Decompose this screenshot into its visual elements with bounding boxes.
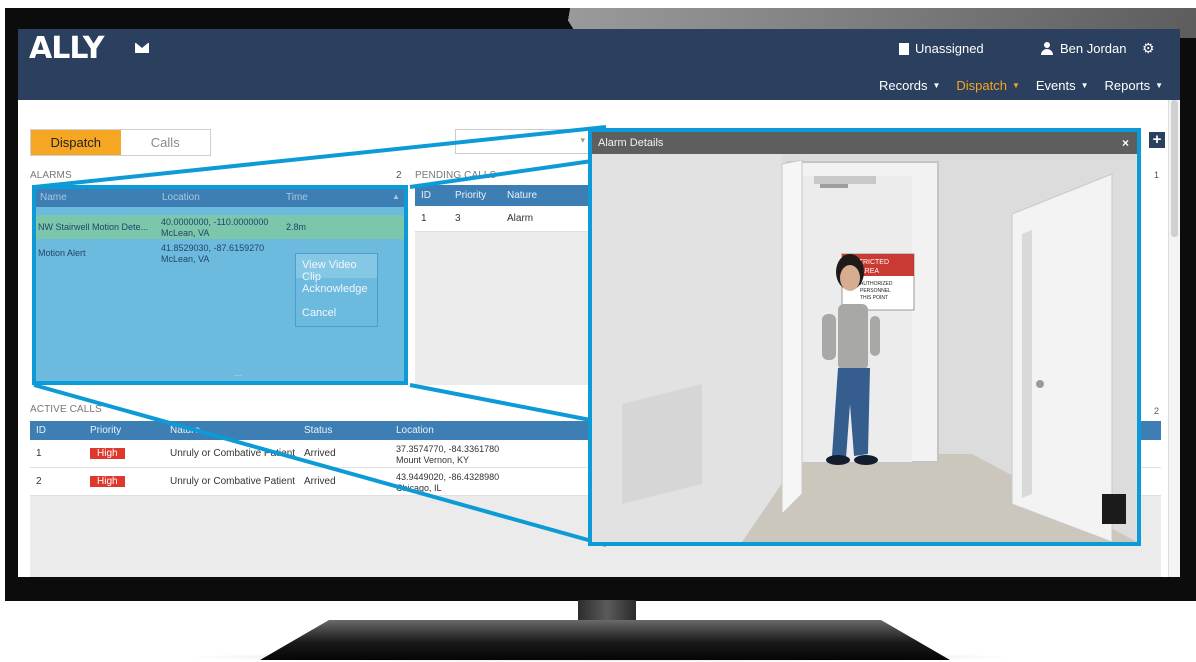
priority-badge: High (90, 476, 125, 487)
col-name[interactable]: Name (36, 189, 158, 207)
active-priority: High (84, 476, 164, 487)
caret-down-icon: ▼ (1011, 81, 1020, 90)
alarm-name: NW Stairwell Motion Dete... (38, 222, 149, 232)
unit-status-label: Unassigned (915, 41, 984, 56)
mail-icon[interactable] (135, 43, 149, 53)
col-nature[interactable]: Nature (164, 425, 298, 436)
active-city: Chicago, IL (396, 482, 442, 493)
nav-events-label: Events (1035, 78, 1076, 93)
col-status[interactable]: Status (298, 425, 390, 436)
alarm-time (282, 241, 286, 265)
sort-asc-icon[interactable]: ▲ (392, 189, 400, 207)
active-nature: Unruly or Combative Patient (170, 476, 296, 487)
caret-down-icon: ▼ (932, 81, 941, 90)
nav-events[interactable]: Events ▼ (1036, 78, 1089, 93)
pending-id: 1 (421, 213, 427, 224)
active-coords: 43.9449020, -86.4328980 (396, 471, 500, 482)
priority-badge: High (90, 448, 125, 459)
col-id[interactable]: ID (415, 190, 449, 201)
pending-calls-grid: ID Priority Nature 1 3 Alarm (415, 185, 605, 385)
col-priority[interactable]: Priority (84, 425, 164, 436)
active-id: 2 (36, 476, 42, 487)
active-location: 43.9449020, -86.4328980 Chicago, IL (390, 470, 570, 494)
alarm-city: McLean, VA (161, 228, 210, 238)
unit-status[interactable]: Unassigned (899, 41, 984, 56)
scene: ALLY Unassigned Ben Jordan ⚙ Records ▼ Di… (0, 0, 1196, 662)
nav-records[interactable]: Records ▼ (879, 78, 940, 93)
gear-icon[interactable]: ⚙ (1142, 40, 1155, 57)
tab-dispatch[interactable]: Dispatch (31, 130, 121, 155)
alarm-coords: 41.8529030, -87.6159270 (161, 243, 265, 253)
alarm-context-menu: View Video Clip Acknowledge Cancel (295, 253, 378, 327)
alarms-count: 2 (396, 170, 402, 181)
user-menu[interactable]: Ben Jordan (1040, 41, 1127, 56)
nav-reports-label: Reports (1104, 78, 1151, 93)
nav-dispatch-label: Dispatch (956, 78, 1007, 93)
active-calls-title: ACTIVE CALLS (30, 404, 102, 415)
sign-line-4: PERSONNEL (860, 288, 891, 294)
active-status: Arrived (304, 476, 336, 487)
user-name: Ben Jordan (1060, 41, 1127, 56)
active-nature: Unruly or Combative Patient (170, 448, 296, 459)
nav-records-label: Records (879, 78, 928, 93)
active-id: 1 (36, 448, 42, 459)
view-tabs: Dispatch Calls (30, 129, 211, 156)
user-icon (1040, 42, 1054, 55)
col-nature[interactable]: Nature (501, 190, 601, 201)
pending-nature: Alarm (507, 213, 534, 224)
alarm-name: Motion Alert (38, 248, 86, 258)
menu-cancel[interactable]: Cancel (296, 302, 377, 326)
scroll-thumb[interactable] (1171, 100, 1178, 237)
alarms-grid: Name Location Time ▲ NW Stairwell Motion… (32, 185, 408, 385)
main-nav: Records ▼ Dispatch ▼ Events ▼ Reports ▼ (879, 78, 1163, 93)
pending-calls-title: PENDING CALLS (415, 170, 497, 181)
active-priority: High (84, 448, 164, 459)
alarm-location: 41.8529030, -87.6159270 McLean, VA (158, 241, 282, 265)
pending-count: 1 (1154, 170, 1160, 180)
active-location: 37.3574770, -84.3361780 Mount Vernon, KY (390, 442, 570, 466)
sign-line-3: AUTHORIZED (860, 281, 893, 287)
app-logo: ALLY (29, 31, 105, 66)
camera-frame: STRICTED AREA AUTHORIZED PERSONNEL THIS … (592, 154, 1137, 542)
resize-handle[interactable] (234, 375, 242, 376)
menu-view-video-clip[interactable]: View Video Clip (296, 254, 377, 283)
col-id[interactable]: ID (30, 425, 84, 436)
app-header: ALLY Unassigned Ben Jordan ⚙ Records ▼ Di… (18, 29, 1180, 100)
alarm-row[interactable]: NW Stairwell Motion Dete... 40.0000000, … (36, 215, 404, 239)
alarm-details-title: Alarm Details (598, 137, 664, 149)
document-icon (899, 42, 909, 55)
col-priority[interactable]: Priority (449, 190, 501, 201)
table-row[interactable]: 1 3 Alarm (415, 206, 605, 232)
nav-reports[interactable]: Reports ▼ (1105, 78, 1163, 93)
alarms-grid-header: Name Location Time ▲ (36, 189, 404, 207)
active-status: Arrived (304, 448, 336, 459)
camera-feed: STRICTED AREA AUTHORIZED PERSONNEL THIS … (592, 154, 1137, 542)
col-time[interactable]: Time (282, 189, 392, 207)
pending-grid-header: ID Priority Nature (415, 185, 605, 206)
monitor-screen: ALLY Unassigned Ben Jordan ⚙ Records ▼ Di… (18, 29, 1180, 577)
close-icon[interactable]: × (1122, 136, 1129, 150)
caret-down-icon: ▼ (1080, 81, 1089, 90)
alarm-details-header: Alarm Details × (592, 132, 1137, 154)
active-coords: 37.3574770, -84.3361780 (396, 443, 500, 454)
nav-dispatch[interactable]: Dispatch ▼ (956, 78, 1020, 93)
sign-line-5: THIS POINT (860, 295, 888, 301)
alarms-title: ALARMS (30, 170, 72, 181)
alarm-city: McLean, VA (161, 254, 210, 264)
alarm-details-window: Alarm Details × STRICTED AREA AUTHORIZED… (588, 128, 1141, 546)
alarm-time: 2.8m (286, 222, 307, 232)
page-scrollbar[interactable] (1168, 100, 1180, 577)
add-icon[interactable]: + (1149, 132, 1165, 148)
active-city: Mount Vernon, KY (396, 454, 470, 465)
filter-select[interactable] (455, 129, 590, 154)
caret-down-icon: ▼ (1155, 81, 1163, 90)
active-count: 2 (1154, 406, 1160, 416)
alarm-location: 40.0000000, -110.0000000 McLean, VA (158, 215, 282, 239)
tab-calls[interactable]: Calls (120, 130, 210, 155)
col-location[interactable]: Location (158, 189, 282, 207)
monitor-stand-base (260, 620, 950, 660)
pending-priority: 3 (455, 213, 461, 224)
alarm-coords: 40.0000000, -110.0000000 (161, 217, 269, 227)
col-location[interactable]: Location (390, 425, 570, 436)
